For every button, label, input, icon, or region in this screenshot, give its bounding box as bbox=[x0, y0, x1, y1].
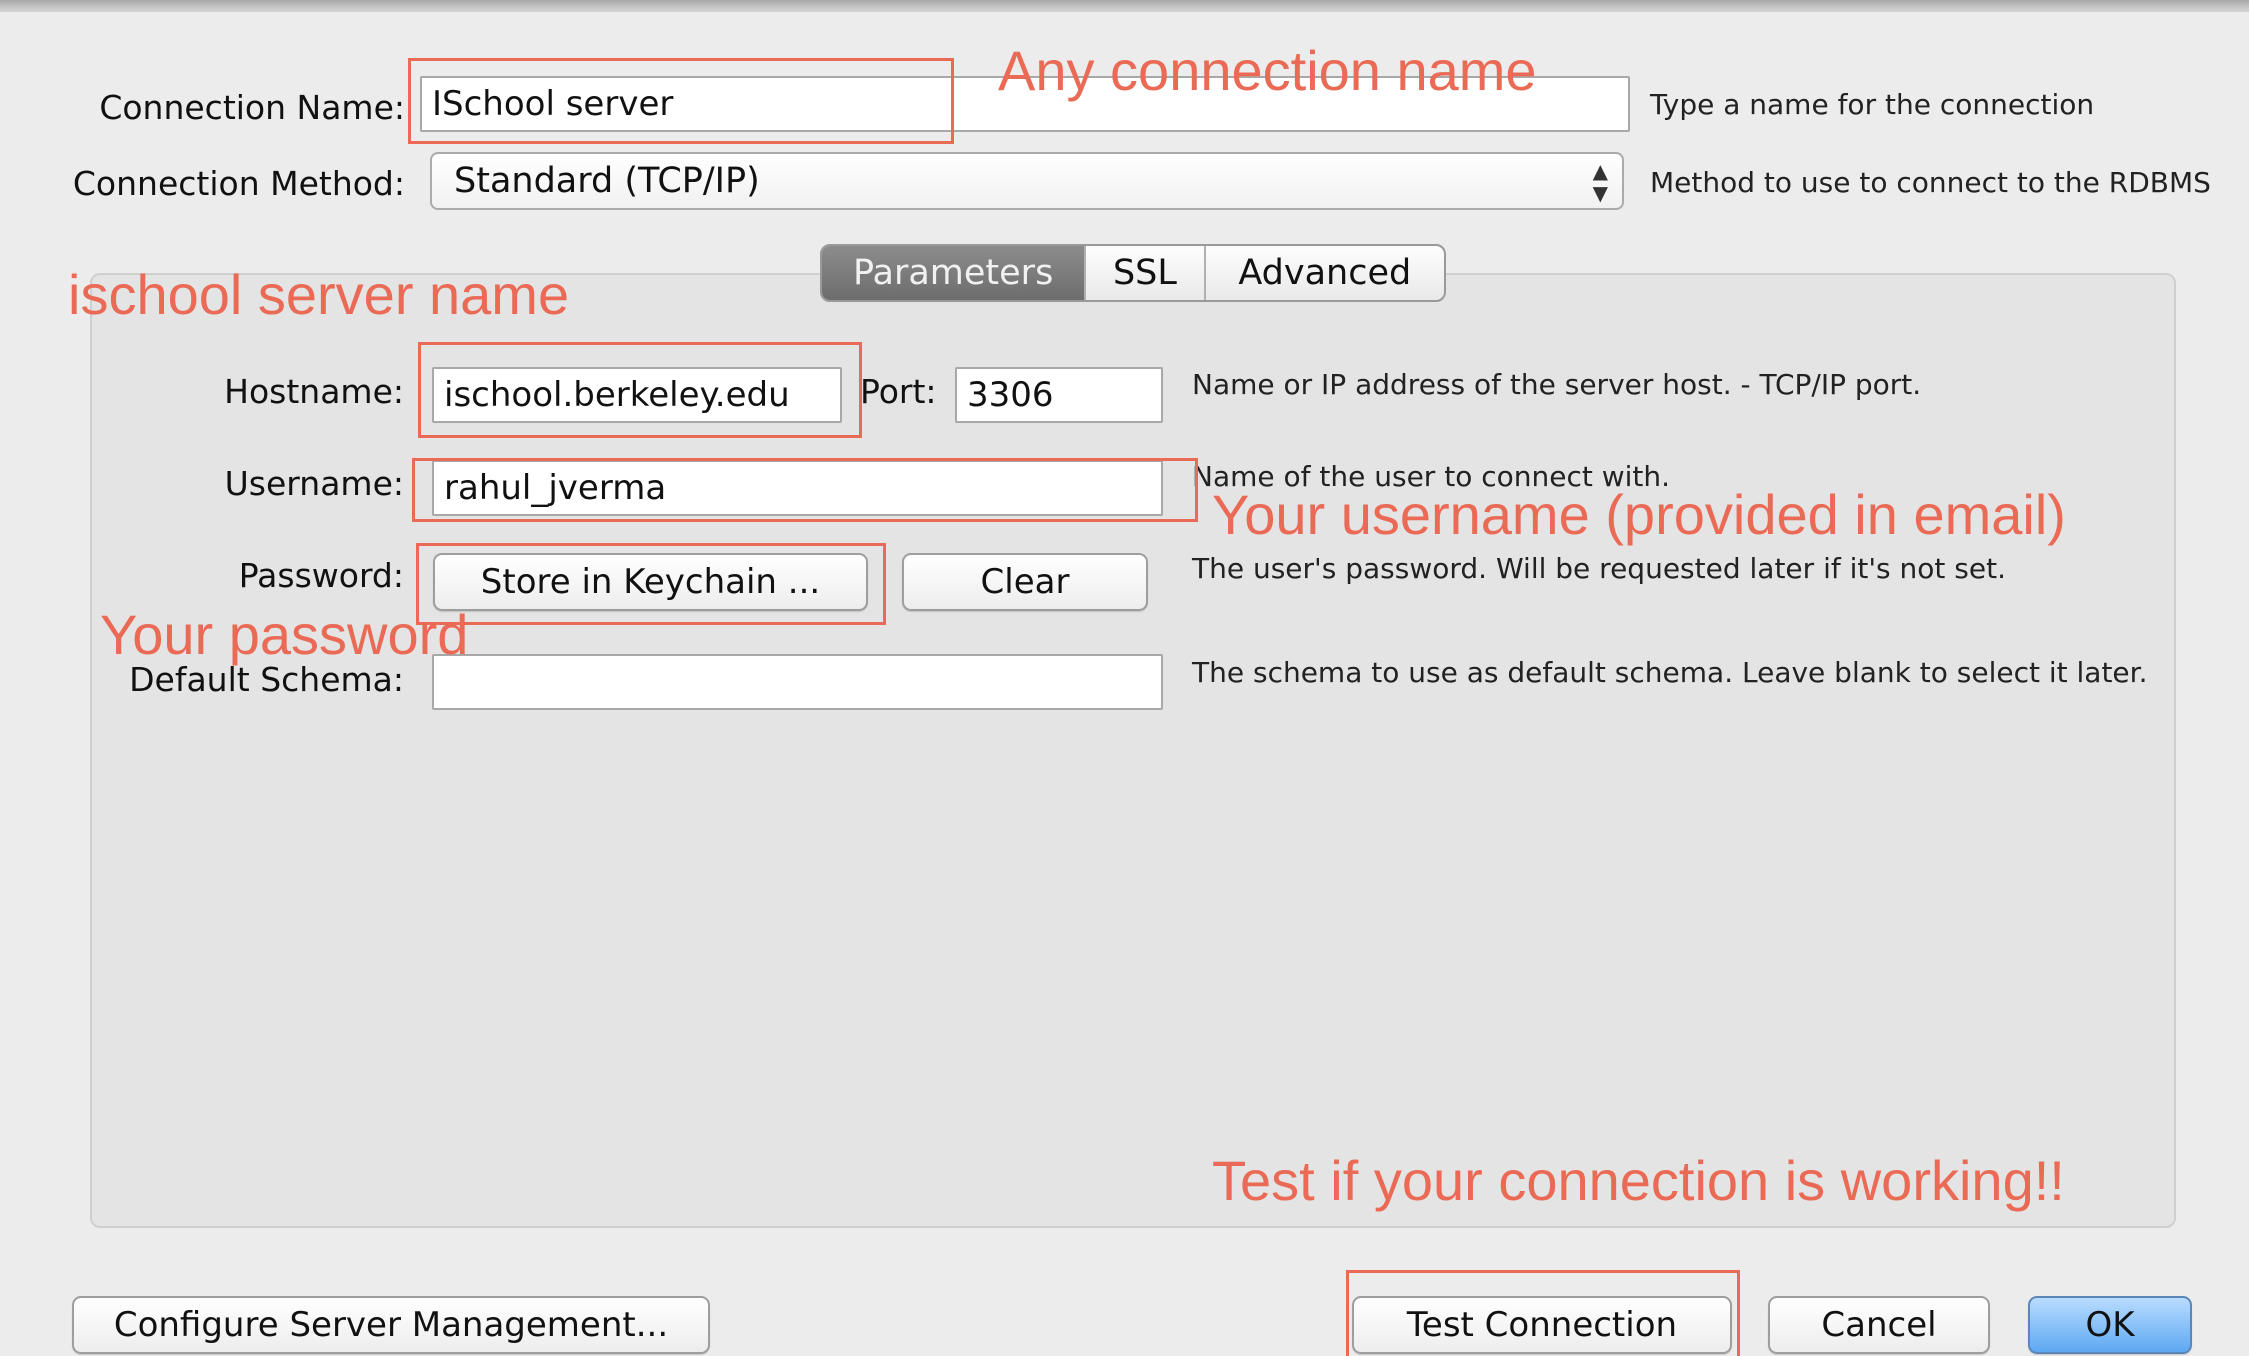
select-arrows-icon: ▲ ▼ bbox=[1592, 159, 1608, 205]
ok-button[interactable]: OK bbox=[2028, 1296, 2192, 1354]
annotation-test-connection: Test if your connection is working!! bbox=[1212, 1149, 2065, 1212]
username-input[interactable] bbox=[432, 460, 1163, 516]
connection-name-label: Connection Name: bbox=[99, 88, 405, 127]
hostname-hint: Name or IP address of the server host. -… bbox=[1192, 368, 1922, 401]
annotation-connection-name: Any connection name bbox=[998, 39, 1537, 102]
tab-advanced[interactable]: Advanced bbox=[1203, 246, 1444, 300]
tab-parameters[interactable]: Parameters bbox=[822, 246, 1085, 300]
clear-password-button[interactable]: Clear bbox=[902, 553, 1148, 611]
hostname-label: Hostname: bbox=[224, 372, 404, 411]
hostname-input[interactable] bbox=[432, 367, 842, 423]
password-label: Password: bbox=[238, 556, 404, 595]
cancel-button[interactable]: Cancel bbox=[1768, 1296, 1990, 1354]
connection-method-value: Standard (TCP/IP) bbox=[454, 161, 760, 201]
tab-bar: Parameters SSL Advanced bbox=[820, 244, 1446, 302]
tab-ssl[interactable]: SSL bbox=[1084, 246, 1203, 300]
port-label: Port: bbox=[860, 372, 937, 411]
username-label: Username: bbox=[224, 464, 404, 503]
default-schema-input[interactable] bbox=[432, 654, 1163, 710]
connection-method-label: Connection Method: bbox=[72, 164, 405, 203]
configure-server-management-button[interactable]: Configure Server Management... bbox=[72, 1296, 710, 1354]
password-hint: The user's password. Will be requested l… bbox=[1192, 552, 2006, 585]
window-top-edge bbox=[0, 0, 2249, 12]
annotation-password: Your password bbox=[100, 603, 469, 666]
annotation-server-name: ischool server name bbox=[68, 263, 570, 326]
connection-method-hint: Method to use to connect to the RDBMS bbox=[1650, 166, 2211, 199]
port-input[interactable] bbox=[955, 367, 1163, 423]
annotation-username: Your username (provided in email) bbox=[1212, 483, 2066, 546]
test-connection-button[interactable]: Test Connection bbox=[1352, 1296, 1732, 1354]
connection-method-select[interactable]: Standard (TCP/IP) ▲ ▼ bbox=[430, 152, 1624, 210]
connection-name-hint: Type a name for the connection bbox=[1650, 88, 2095, 121]
default-schema-hint: The schema to use as default schema. Lea… bbox=[1192, 656, 2148, 689]
store-in-keychain-button[interactable]: Store in Keychain ... bbox=[433, 553, 868, 611]
